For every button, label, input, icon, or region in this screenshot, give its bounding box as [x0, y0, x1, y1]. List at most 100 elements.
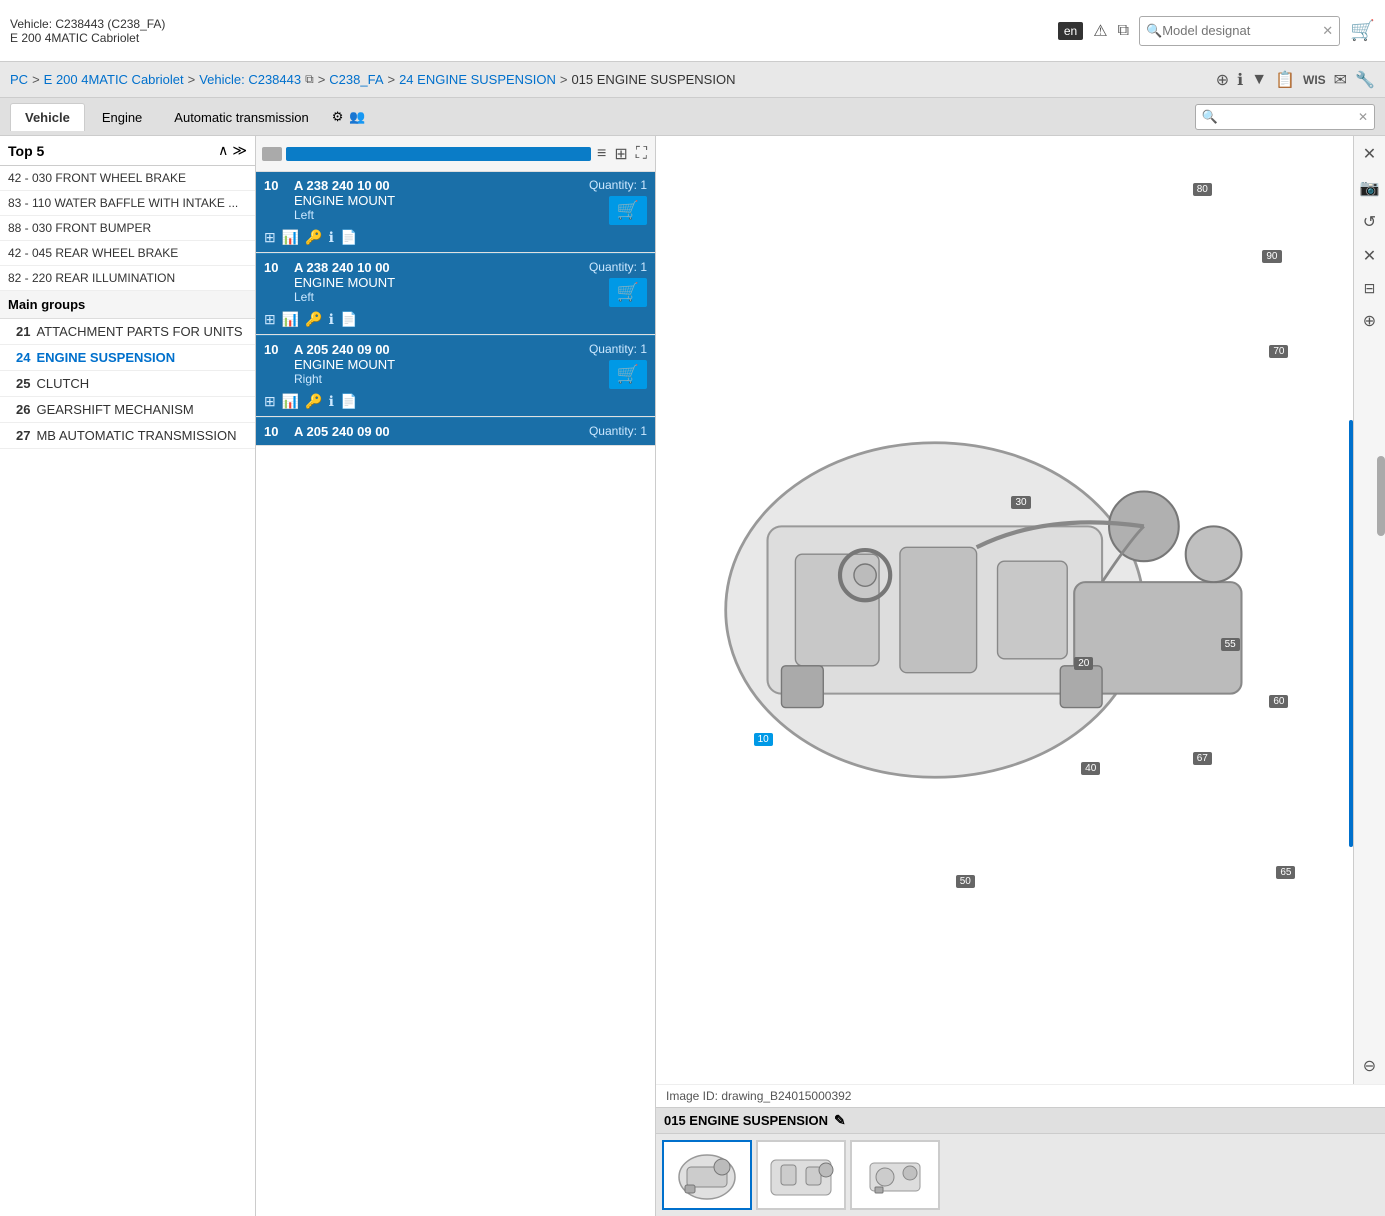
part-name-3: ENGINE MOUNT	[294, 357, 589, 372]
zoom-icon[interactable]: ⊕	[1216, 70, 1229, 90]
tab-search-input[interactable]	[1218, 109, 1358, 124]
model-search-box[interactable]: 🔍 ✕	[1139, 16, 1340, 46]
parts-panel: ≡ ⊞ ⛶ 10 A 238 240 10 00 ENGINE MOUNT Le…	[256, 136, 656, 1216]
label-55: 55	[1221, 638, 1240, 651]
sidebar-collapse-icon[interactable]: ∧	[218, 142, 228, 159]
sidebar-top-item-1[interactable]: 42 - 030 FRONT WHEEL BRAKE	[0, 166, 255, 191]
add-to-cart-1[interactable]: 🛒	[609, 196, 647, 225]
lang-selector[interactable]: en	[1058, 22, 1083, 40]
key-icon-1[interactable]: 🔑	[305, 229, 322, 246]
chart-icon-1[interactable]: 📊	[282, 229, 299, 246]
thumbnail-2[interactable]	[756, 1140, 846, 1210]
rt-history-icon[interactable]: ↺	[1359, 208, 1380, 236]
list-view-btn[interactable]: ≡	[595, 143, 608, 165]
part-actions-2: ⊞ 📊 🔑 ℹ 📄	[264, 311, 647, 328]
thumbnail-1[interactable]	[662, 1140, 752, 1210]
tabs-bar: Vehicle Engine Automatic transmission ⚙ …	[0, 98, 1385, 136]
sidebar-group-25[interactable]: 25 CLUTCH	[0, 371, 255, 397]
breadcrumb-model[interactable]: E 200 4MATIC Cabriolet	[44, 72, 184, 87]
rt-camera-icon[interactable]: 📷	[1356, 174, 1384, 202]
rt-zoomin-icon[interactable]: ⊕	[1359, 307, 1380, 335]
label-65: 65	[1276, 866, 1295, 879]
doc-icon-1[interactable]: 📄	[340, 229, 357, 246]
rt-cross-icon[interactable]: ✕	[1359, 242, 1380, 270]
doc-icon-3[interactable]: 📄	[340, 393, 357, 410]
chart-icon-3[interactable]: 📊	[282, 393, 299, 410]
qty-label-2: Quantity: 1	[589, 260, 647, 274]
info-icon[interactable]: ℹ	[1237, 70, 1243, 90]
info-icon-1[interactable]: ℹ	[329, 229, 334, 246]
part-name-2: ENGINE MOUNT	[294, 275, 589, 290]
expand-btn[interactable]: ⊞	[612, 142, 629, 166]
sidebar-groups-list[interactable]: 21 ATTACHMENT PARTS FOR UNITS 24 ENGINE …	[0, 319, 255, 1216]
breadcrumb-015: 015 ENGINE SUSPENSION	[571, 72, 735, 87]
tab-search-box[interactable]: 🔍 ✕	[1195, 104, 1375, 130]
wis-icon[interactable]: WIS	[1303, 73, 1326, 87]
breadcrumb-24[interactable]: 24 ENGINE SUSPENSION	[399, 72, 556, 87]
table-icon-2[interactable]: ⊞	[264, 311, 276, 328]
cart-icon[interactable]: 🛒	[1350, 18, 1375, 43]
mail-icon[interactable]: ✉	[1334, 70, 1347, 90]
group-icon[interactable]: 👥	[349, 109, 365, 125]
thumb-svg-3	[855, 1145, 935, 1205]
label-70: 70	[1269, 345, 1288, 358]
tab-vehicle[interactable]: Vehicle	[10, 103, 85, 131]
tab-search-clear[interactable]: ✕	[1358, 110, 1368, 124]
part-pos-1: 10	[264, 178, 294, 193]
part-qty-1: Quantity: 1 🛒	[589, 178, 647, 225]
alert-icon[interactable]: ⚠	[1093, 21, 1107, 41]
header-left: Vehicle: C238443 (C238_FA) E 200 4MATIC …	[10, 17, 165, 45]
thumb-svg-1	[667, 1145, 747, 1205]
model-search-input[interactable]	[1162, 23, 1322, 38]
key-icon-3[interactable]: 🔑	[305, 393, 322, 410]
copy-icon[interactable]: ⧉	[1118, 22, 1129, 40]
thumbnail-3[interactable]	[850, 1140, 940, 1210]
highlight-bar	[1349, 420, 1353, 847]
add-to-cart-2[interactable]: 🛒	[609, 278, 647, 307]
label-50: 50	[956, 875, 975, 888]
breadcrumb-fa[interactable]: C238_FA	[329, 72, 383, 87]
edit-icon[interactable]: ✎	[834, 1112, 846, 1129]
rt-zoomout-icon[interactable]: ⊖	[1359, 1052, 1380, 1080]
part-info-1: A 238 240 10 00 ENGINE MOUNT Left	[294, 178, 589, 222]
add-to-cart-3[interactable]: 🛒	[609, 360, 647, 389]
table-icon-1[interactable]: ⊞	[264, 229, 276, 246]
sidebar-close-icon[interactable]: ≫	[232, 142, 247, 159]
clear-search-icon[interactable]: ✕	[1322, 23, 1333, 39]
label-10: 10	[754, 733, 773, 746]
header: Vehicle: C238443 (C238_FA) E 200 4MATIC …	[0, 0, 1385, 62]
sidebar-group-24[interactable]: 24 ENGINE SUSPENSION	[0, 345, 255, 371]
info-icon-3[interactable]: ℹ	[329, 393, 334, 410]
sidebar-top-item-2[interactable]: 83 - 110 WATER BAFFLE WITH INTAKE ...	[0, 191, 255, 216]
label-80: 80	[1193, 183, 1212, 196]
breadcrumb-pc[interactable]: PC	[10, 72, 28, 87]
fullscreen-btn[interactable]: ⛶	[634, 143, 649, 165]
sidebar-top-item-5[interactable]: 82 - 220 REAR ILLUMINATION	[0, 266, 255, 291]
rt-close-icon[interactable]: ✕	[1359, 140, 1380, 168]
sidebar-top-item-3[interactable]: 88 - 030 FRONT BUMPER	[0, 216, 255, 241]
key-icon-2[interactable]: 🔑	[305, 311, 322, 328]
part-detail-1: Left	[294, 208, 589, 222]
tab-engine[interactable]: Engine	[87, 103, 157, 131]
sidebar-group-27[interactable]: 27 MB AUTOMATIC TRANSMISSION	[0, 423, 255, 449]
tab-automatic-transmission[interactable]: Automatic transmission	[159, 103, 323, 131]
info-icon-2[interactable]: ℹ	[329, 311, 334, 328]
tools-icon[interactable]: 🔧	[1355, 70, 1375, 90]
filter-icon[interactable]: ▼	[1251, 71, 1267, 89]
sidebar-group-26[interactable]: 26 GEARSHIFT MECHANISM	[0, 397, 255, 423]
rt-resize-icon[interactable]: ⊟	[1360, 276, 1380, 301]
vehicle-model: E 200 4MATIC Cabriolet	[10, 31, 165, 45]
settings-icon[interactable]: ⚙	[332, 109, 344, 125]
part-row-1: 10 A 238 240 10 00 ENGINE MOUNT Left Qua…	[256, 172, 655, 253]
sidebar-top-item-4[interactable]: 42 - 045 REAR WHEEL BRAKE	[0, 241, 255, 266]
table-icon-3[interactable]: ⊞	[264, 393, 276, 410]
vehicle-copy-icon[interactable]: ⧉	[305, 72, 314, 87]
image-and-toolbar: 80 90 70 30 20 55 60 10 40 67 50 65 ✕ 📷 …	[656, 136, 1385, 1084]
sidebar-group-21[interactable]: 21 ATTACHMENT PARTS FOR UNITS	[0, 319, 255, 345]
engine-diagram-svg	[656, 136, 1353, 1084]
sidebar-groups-header: Main groups	[0, 291, 255, 319]
breadcrumb-vehicle[interactable]: Vehicle: C238443	[199, 72, 301, 87]
doc-icon-2[interactable]: 📄	[340, 311, 357, 328]
chart-icon-2[interactable]: 📊	[282, 311, 299, 328]
doc-icon[interactable]: 📋	[1275, 70, 1295, 90]
